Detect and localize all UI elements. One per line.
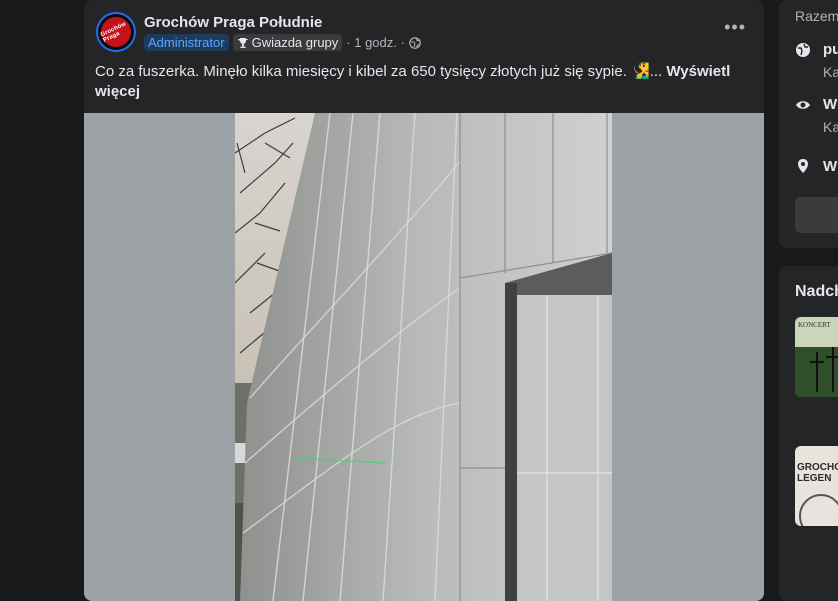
learn-more-button[interactable]	[795, 197, 838, 233]
group-star-badge[interactable]: Gwiazda grupy	[232, 34, 343, 51]
visibility-title: W	[823, 96, 838, 113]
event-2-logo	[799, 494, 838, 526]
event-1-text: KONCERT	[798, 321, 831, 329]
visibility-sub: Ka	[823, 119, 838, 135]
event-thumbnail-1[interactable]: KONCERT	[795, 317, 838, 397]
event-image-1: KONCERT	[795, 317, 838, 397]
globe-icon	[409, 36, 421, 49]
right-sidebar: Razem pu Ka W Ka W Nadch	[779, 0, 838, 601]
about-top-text: Razem	[795, 8, 838, 24]
upcoming-title: Nadch	[795, 283, 838, 300]
post-options-button[interactable]: •••	[724, 18, 746, 36]
post-time[interactable]: · 1 godz. ·	[346, 35, 405, 50]
avatar-text: Grochów Praga	[99, 21, 128, 44]
globe-icon	[796, 43, 810, 57]
group-avatar[interactable]: Grochów Praga	[96, 12, 136, 52]
post-body: Co za fuszerka. Minęło kilka miesięcy i …	[95, 63, 663, 80]
building-wall-image	[235, 113, 612, 601]
upcoming-events-card: Nadch KONCERT GROCHÓ LEGEN	[779, 266, 838, 601]
location-title: W	[823, 158, 838, 175]
post-photo[interactable]	[235, 113, 612, 601]
privacy-sub: Ka	[823, 64, 838, 80]
group-name-link[interactable]: Grochów Praga Południe	[144, 14, 322, 31]
avatar-logo: Grochów Praga	[96, 12, 136, 52]
trophy-icon	[237, 37, 248, 48]
admin-badge[interactable]: Administrator	[144, 34, 229, 51]
post-text: Co za fuszerka. Minęło kilka miesięcy i …	[95, 62, 735, 102]
star-badge-label: Gwiazda grupy	[251, 35, 339, 50]
event-2-text: GROCHÓ LEGEN	[797, 462, 838, 484]
location-pin-icon	[798, 159, 808, 173]
privacy-title: pu	[823, 41, 838, 58]
more-horizontal-icon: •••	[724, 17, 746, 37]
event-thumbnail-2[interactable]: GROCHÓ LEGEN	[795, 446, 838, 526]
group-about-card: Razem pu Ka W Ka W	[779, 0, 838, 248]
post-meta: Administrator Gwiazda grupy · 1 godz. ·	[144, 34, 421, 51]
post-media[interactable]	[84, 113, 764, 601]
post-card: Grochów Praga Grochów Praga Południe Adm…	[84, 0, 764, 601]
eye-icon	[796, 101, 810, 109]
